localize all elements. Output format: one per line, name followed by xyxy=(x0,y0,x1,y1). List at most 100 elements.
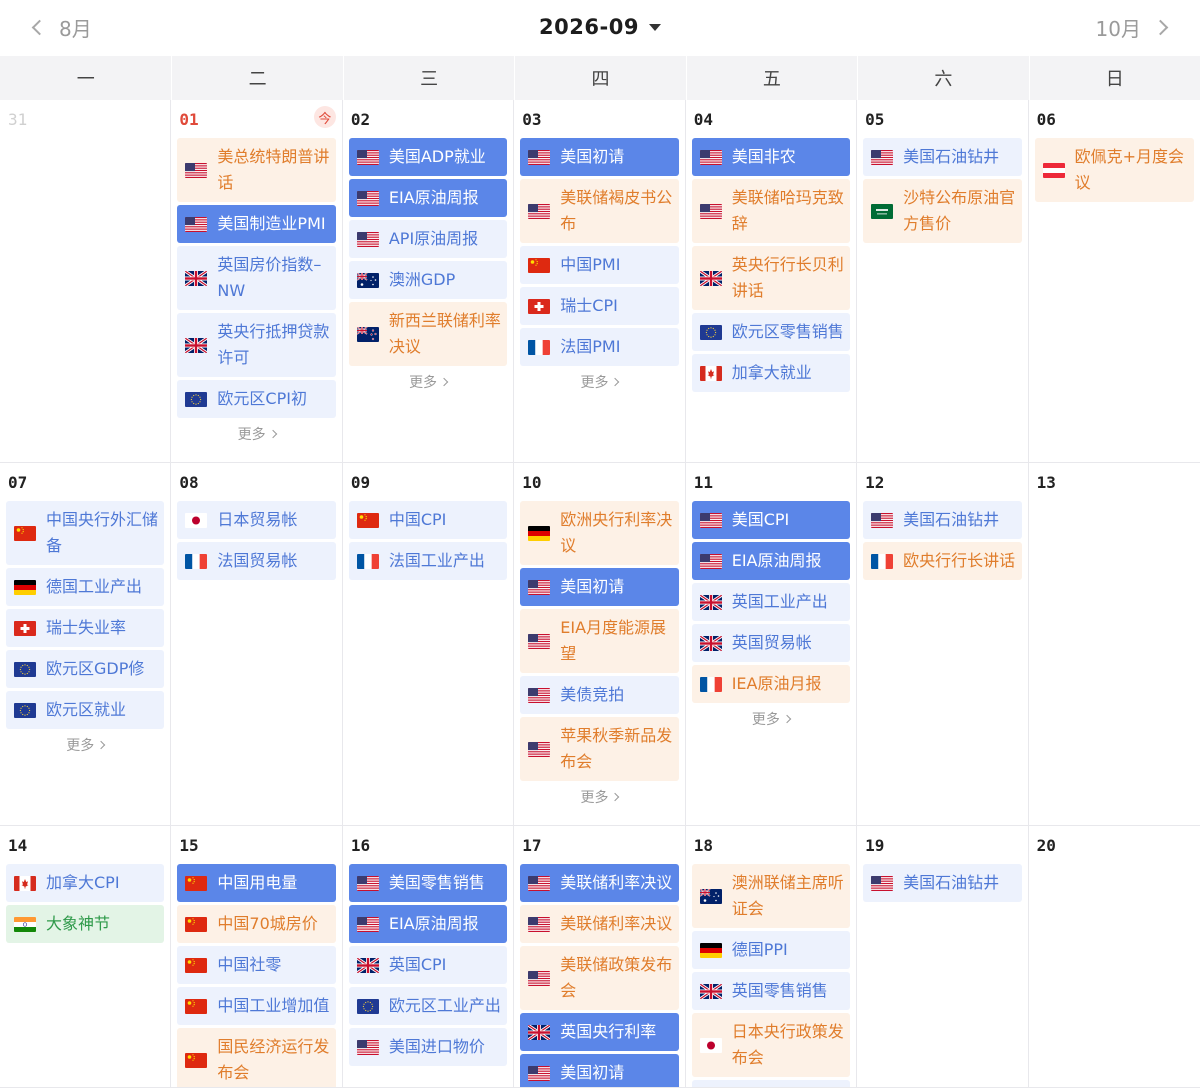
event-item[interactable]: IEA原油月报 xyxy=(691,665,851,703)
event-item[interactable]: 美国零售销售 xyxy=(348,864,508,902)
event-item[interactable]: 大象神节 xyxy=(6,905,165,943)
event-item[interactable]: 欧元区就业 xyxy=(6,691,165,729)
day-cell[interactable]: 08 日本贸易帐 法国贸易帐 xyxy=(171,463,343,826)
event-item[interactable]: 加拿大CPI xyxy=(6,864,165,902)
event-item[interactable]: 瑞士失业率 xyxy=(6,609,165,647)
more-link[interactable]: 更多 xyxy=(6,735,164,755)
event-item[interactable]: EIA月度能源展望 xyxy=(520,609,679,673)
event-item[interactable]: 美国石油钻井 xyxy=(863,864,1022,902)
event-item[interactable]: 欧元区工业产出 xyxy=(348,987,508,1025)
day-cell[interactable]: 31 xyxy=(0,100,172,463)
event-item[interactable]: 英国CPI xyxy=(348,946,508,984)
event-item[interactable]: EIA原油周报 xyxy=(691,542,851,580)
event-item[interactable]: 美国ADP就业 xyxy=(348,138,508,176)
event-item[interactable]: 美联储褐皮书公布 xyxy=(520,179,679,243)
india-flag-icon xyxy=(14,916,36,932)
event-item[interactable]: 欧央行行长讲话 xyxy=(863,542,1022,580)
event-item[interactable]: 美国制造业PMI xyxy=(177,205,336,243)
day-cell[interactable]: 18 澳洲联储主席听证会 德国PPI 英国零售销售 日本央行政策发布会 xyxy=(685,826,858,1088)
event-item[interactable]: 苹果秋季新品发布会 xyxy=(520,717,679,781)
more-link[interactable]: 更多 xyxy=(520,787,678,807)
day-cell[interactable]: 20 xyxy=(1028,826,1200,1088)
day-cell[interactable]: 05 美国石油钻井 沙特公布原油官方售价 xyxy=(857,100,1029,463)
event-item[interactable]: 欧元区CPI初 xyxy=(177,380,336,418)
event-item[interactable]: 日本贸易帐 xyxy=(177,501,336,539)
day-cell[interactable]: 19 美国石油钻井 xyxy=(857,826,1029,1088)
event-item[interactable]: 英国工业产出 xyxy=(691,583,851,621)
event-item[interactable]: 美联储利率决议 xyxy=(520,864,679,902)
event-item[interactable]: 美联储政策发布会 xyxy=(520,946,679,1010)
more-link[interactable]: 更多 xyxy=(692,709,850,729)
event-item[interactable]: 日本央行政策发布会 xyxy=(691,1013,851,1077)
event-item[interactable] xyxy=(691,1080,851,1087)
event-item[interactable]: 瑞士CPI xyxy=(520,287,679,325)
event-item[interactable]: 中国用电量 xyxy=(177,864,336,902)
day-cell[interactable]: 01 今美总统特朗普讲话 美国制造业PMI 英国房价指数–NW 英央行抵押贷款许可 欧元区… xyxy=(171,100,343,463)
event-item[interactable]: 英央行抵押贷款许可 xyxy=(177,313,336,377)
event-item[interactable]: 英国贸易帐 xyxy=(691,624,851,662)
event-item[interactable]: 欧佩克+月度会议 xyxy=(1034,138,1194,202)
day-cell[interactable]: 06 欧佩克+月度会议 xyxy=(1028,100,1200,463)
event-item[interactable]: API原油周报 xyxy=(348,220,508,258)
day-cell[interactable]: 15 中国用电量 中国70城房价 中国社零 中国工业增加值 国民经济运行发布会 xyxy=(171,826,343,1088)
event-item[interactable]: 英国央行利率 xyxy=(520,1013,679,1051)
event-item[interactable]: 中国社零 xyxy=(177,946,336,984)
event-item[interactable]: 美国初请 xyxy=(520,138,679,176)
event-item[interactable]: 美联储利率决议 xyxy=(520,905,679,943)
more-link[interactable]: 更多 xyxy=(520,372,678,392)
event-item[interactable]: 美总统特朗普讲话 xyxy=(177,138,336,202)
day-cell[interactable]: 13 xyxy=(1028,463,1200,826)
event-item[interactable]: 中国CPI xyxy=(348,501,508,539)
event-item[interactable]: 加拿大就业 xyxy=(691,354,851,392)
day-cell[interactable]: 07 中国央行外汇储备 德国工业产出 瑞士失业率 欧元区GDP修 欧元区就业 更多 xyxy=(0,463,172,826)
event-item[interactable]: 新西兰联储利率决议 xyxy=(348,302,508,366)
day-cell[interactable]: 09 中国CPI 法国工业产出 xyxy=(342,463,515,826)
event-item[interactable]: 法国贸易帐 xyxy=(177,542,336,580)
event-item[interactable]: 欧元区零售销售 xyxy=(691,313,851,351)
prev-month-button[interactable]: 8月 xyxy=(30,12,92,42)
event-title: 美国进口物价 xyxy=(388,1037,485,1056)
day-cell[interactable]: 03 美国初请 美联储褐皮书公布 中国PMI 瑞士CPI 法国PMI 更多 xyxy=(514,100,686,463)
event-item[interactable]: 美国非农 xyxy=(691,138,851,176)
more-link[interactable]: 更多 xyxy=(177,424,335,444)
event-item[interactable]: 美国石油钻井 xyxy=(863,138,1022,176)
event-item[interactable]: 美国石油钻井 xyxy=(863,501,1022,539)
event-item[interactable]: 美国进口物价 xyxy=(348,1028,508,1066)
event-item[interactable]: 德国PPI xyxy=(691,931,851,969)
day-cell[interactable]: 10 欧洲央行利率决议 美国初请 EIA月度能源展望 美债竞拍 苹果秋季新品发布会 更多 xyxy=(514,463,686,826)
event-item[interactable]: 中国PMI xyxy=(520,246,679,284)
event-item[interactable]: 英国房价指数–NW xyxy=(177,246,336,310)
event-item[interactable]: 欧元区GDP修 xyxy=(6,650,165,688)
event-item[interactable]: 欧洲央行利率决议 xyxy=(520,501,679,565)
event-item[interactable]: EIA原油周报 xyxy=(348,905,508,943)
day-cell[interactable]: 17 美联储利率决议 美联储利率决议 美联储政策发布会 英国央行利率 美国初请 xyxy=(514,826,686,1088)
event-item[interactable]: 美债竞拍 xyxy=(520,676,679,714)
next-month-button[interactable]: 10月 xyxy=(1096,12,1170,42)
month-picker[interactable]: 2026-09 xyxy=(539,15,661,39)
event-item[interactable]: 美国初请 xyxy=(520,1054,679,1087)
event-item[interactable]: 美联储哈玛克致辞 xyxy=(691,179,851,243)
event-item[interactable]: 美国CPI xyxy=(691,501,851,539)
day-cell[interactable]: 04 美国非农 美联储哈玛克致辞 英央行行长贝利讲话 欧元区零售销售 加拿大就业 xyxy=(685,100,858,463)
event-item[interactable]: 法国工业产出 xyxy=(348,542,508,580)
event-item[interactable]: 沙特公布原油官方售价 xyxy=(863,179,1022,243)
more-link[interactable]: 更多 xyxy=(349,372,507,392)
event-item[interactable]: EIA原油周报 xyxy=(348,179,508,217)
event-item[interactable]: 英央行行长贝利讲话 xyxy=(691,246,851,310)
event-item[interactable]: 德国工业产出 xyxy=(6,568,165,606)
event-item[interactable]: 法国PMI xyxy=(520,328,679,366)
event-item[interactable]: 国民经济运行发布会 xyxy=(177,1028,336,1087)
event-item[interactable]: 英国零售销售 xyxy=(691,972,851,1010)
day-cell[interactable]: 12 美国石油钻井 欧央行行长讲话 xyxy=(857,463,1029,826)
event-item[interactable]: 澳洲联储主席听证会 xyxy=(691,864,851,928)
event-item[interactable]: 中国70城房价 xyxy=(177,905,336,943)
event-title: 德国PPI xyxy=(731,940,788,959)
event-item[interactable]: 中国央行外汇储备 xyxy=(6,501,165,565)
day-cell[interactable]: 02 美国ADP就业 EIA原油周报 API原油周报 澳洲GDP 新西兰联储利率决议 更多 xyxy=(342,100,515,463)
event-item[interactable]: 中国工业增加值 xyxy=(177,987,336,1025)
event-item[interactable]: 美国初请 xyxy=(520,568,679,606)
event-item[interactable]: 澳洲GDP xyxy=(348,261,508,299)
day-cell[interactable]: 16 美国零售销售 EIA原油周报 英国CPI 欧元区工业产出 美国进口物价 xyxy=(342,826,515,1088)
day-cell[interactable]: 14 加拿大CPI 大象神节 xyxy=(0,826,172,1088)
day-cell[interactable]: 11 美国CPI EIA原油周报 英国工业产出 英国贸易帐 IEA原油月报 更多 xyxy=(685,463,858,826)
